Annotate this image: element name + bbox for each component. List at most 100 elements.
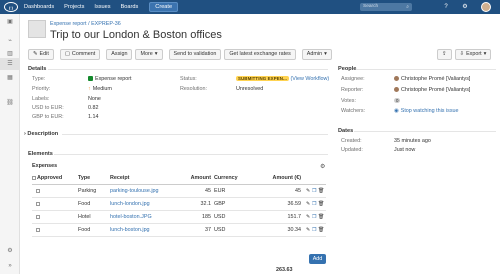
breadcrumb-project[interactable]: Expense report — [50, 21, 87, 27]
receipt-cell: lunch-london.jpg — [110, 197, 180, 211]
created-value: 35 minutes ago — [394, 138, 431, 144]
approved-cell — [32, 223, 78, 237]
edit-row-icon[interactable]: ✎ — [306, 201, 310, 207]
get-exchange-rates-button[interactable]: Get latest exchange rates — [224, 49, 296, 60]
toolbar-right: ⇪ ⇩ Export ▾ — [437, 49, 492, 60]
watchers-label: Watchers: — [341, 108, 366, 114]
nav-dashboards[interactable]: Dashboards — [24, 4, 54, 10]
export-label: Export — [466, 51, 482, 57]
copy-row-icon[interactable]: ❐ — [312, 201, 316, 207]
create-button[interactable]: Create — [149, 2, 179, 12]
people-divider — [356, 69, 496, 70]
receipt-link[interactable]: hotel-boston.JPG — [110, 214, 152, 220]
assign-button[interactable]: Assign — [106, 49, 133, 60]
receipt-link[interactable]: lunch-london.jpg — [110, 201, 150, 207]
board-icon[interactable]: ⌁ — [5, 37, 15, 45]
receipt-link[interactable]: parking-toulouse.jpg — [110, 188, 159, 194]
labels-label: Labels: — [32, 96, 50, 102]
assignee-label: Assignee: — [341, 76, 365, 82]
nav-projects[interactable]: Projects — [64, 4, 84, 10]
admin-button[interactable]: Admin ▾ — [301, 49, 332, 60]
reports-icon[interactable]: ▥ — [5, 50, 15, 58]
stop-watching-link[interactable]: Stop watching this issue — [401, 108, 459, 114]
collapse-sidebar-icon[interactable]: » — [5, 262, 15, 270]
currency-cell: USD — [214, 210, 264, 224]
search-input[interactable]: Search ⌕ — [360, 3, 412, 11]
approved-checkbox[interactable] — [36, 188, 40, 193]
amount-eur-cell: 30.34 — [264, 223, 304, 237]
comment-icon: ▢ — [64, 51, 70, 57]
votes-value[interactable]: 0 — [394, 98, 401, 104]
assignee-value[interactable]: Christophe Promé [Valiantys] — [394, 76, 470, 82]
send-to-validation-button[interactable]: Send to validation — [168, 49, 222, 60]
table-settings-icon[interactable]: ⚙ — [320, 163, 325, 170]
row-actions: ✎ ❐ 🗑 — [304, 210, 326, 224]
votes-label: Votes: — [341, 98, 356, 104]
status-lozenge[interactable]: SUBMITTING EXPEN... — [236, 76, 289, 81]
approved-checkbox[interactable] — [36, 214, 40, 219]
row-actions: ✎ ❐ 🗑 — [304, 184, 326, 198]
more-button[interactable]: More ▾ — [135, 49, 163, 60]
delete-row-icon[interactable]: 🗑 — [318, 227, 324, 233]
description-heading: Description — [27, 131, 59, 137]
comment-button[interactable]: ▢ Comment — [59, 49, 101, 60]
gbp-to-eur-value: 1.14 — [88, 114, 99, 120]
app-logo[interactable]: (·) — [4, 2, 18, 12]
updated-label: Updated: — [341, 147, 363, 153]
copy-row-icon[interactable]: ❐ — [312, 214, 316, 220]
breadcrumb-issue-key[interactable]: EXPREP-36 — [91, 21, 121, 27]
approved-checkbox[interactable] — [36, 227, 40, 232]
elements-divider — [54, 154, 328, 155]
edit-row-icon[interactable]: ✎ — [306, 214, 310, 220]
resolution-value: Unresolved — [236, 86, 264, 92]
col-currency: Currency — [214, 172, 264, 185]
delete-row-icon[interactable]: 🗑 — [318, 214, 324, 220]
select-all-checkbox[interactable] — [32, 175, 36, 180]
approved-checkbox[interactable] — [36, 201, 40, 206]
priority-arrow-icon: ↑ — [88, 86, 91, 92]
settings-gear-icon[interactable]: ⚙ — [461, 3, 469, 11]
edit-button[interactable]: ✎ Edit — [28, 49, 54, 60]
user-avatar[interactable] — [481, 2, 491, 12]
approved-cell — [32, 210, 78, 224]
expenses-title: Expenses — [32, 163, 58, 169]
details-divider — [48, 69, 328, 70]
priority-value-text: Medium — [92, 86, 112, 92]
nav-issues[interactable]: Issues — [94, 4, 110, 10]
breadcrumb: Expense report / EXPREP-36 — [50, 21, 121, 27]
components-icon[interactable]: ▦ — [5, 74, 15, 82]
edit-row-icon[interactable]: ✎ — [306, 188, 310, 194]
amount-cell: 45 — [180, 184, 214, 198]
help-icon[interactable]: ? — [442, 3, 450, 11]
issues-icon[interactable]: ☰ — [5, 60, 15, 68]
admin-label: Admin — [306, 51, 323, 57]
add-expense-button[interactable]: Add — [309, 254, 326, 264]
project-settings-icon[interactable]: ⚙ — [5, 247, 15, 255]
type-value: Expense report — [88, 76, 132, 82]
usd-to-eur-label: USD to EUR: — [32, 105, 64, 111]
type-cell: Food — [78, 223, 110, 237]
col-receipt: Receipt — [110, 172, 180, 185]
reporter-value[interactable]: Christophe Promé [Valiantys] — [394, 87, 470, 93]
delete-row-icon[interactable]: 🗑 — [318, 201, 324, 207]
col-approved-label: Approved — [37, 174, 63, 181]
description-toggle[interactable]: › Description — [24, 131, 58, 137]
approved-cell — [32, 184, 78, 198]
view-workflow-link[interactable]: (View Workflow) — [290, 76, 329, 82]
copy-row-icon[interactable]: ❐ — [312, 227, 316, 233]
edit-row-icon[interactable]: ✎ — [306, 227, 310, 233]
nav-boards[interactable]: Boards — [121, 4, 139, 10]
pencil-icon: ✎ — [33, 51, 38, 57]
export-button[interactable]: ⇩ Export ▾ — [454, 49, 492, 60]
receipt-link[interactable]: lunch-boston.jpg — [110, 227, 150, 233]
col-approved: Approved — [32, 172, 78, 185]
delete-row-icon[interactable]: 🗑 — [318, 188, 324, 194]
status-value: SUBMITTING EXPEN... (View Workflow) — [236, 76, 329, 82]
copy-row-icon[interactable]: ❐ — [312, 188, 316, 194]
eye-icon: ◉ — [394, 108, 399, 114]
project-avatar-icon[interactable]: ▣ — [5, 18, 15, 26]
priority-value: ↑ Medium — [88, 86, 112, 92]
share-button[interactable]: ⇪ — [437, 49, 452, 60]
add-link-icon[interactable]: ⛓ — [5, 99, 15, 107]
comment-label: Comment — [71, 51, 96, 57]
